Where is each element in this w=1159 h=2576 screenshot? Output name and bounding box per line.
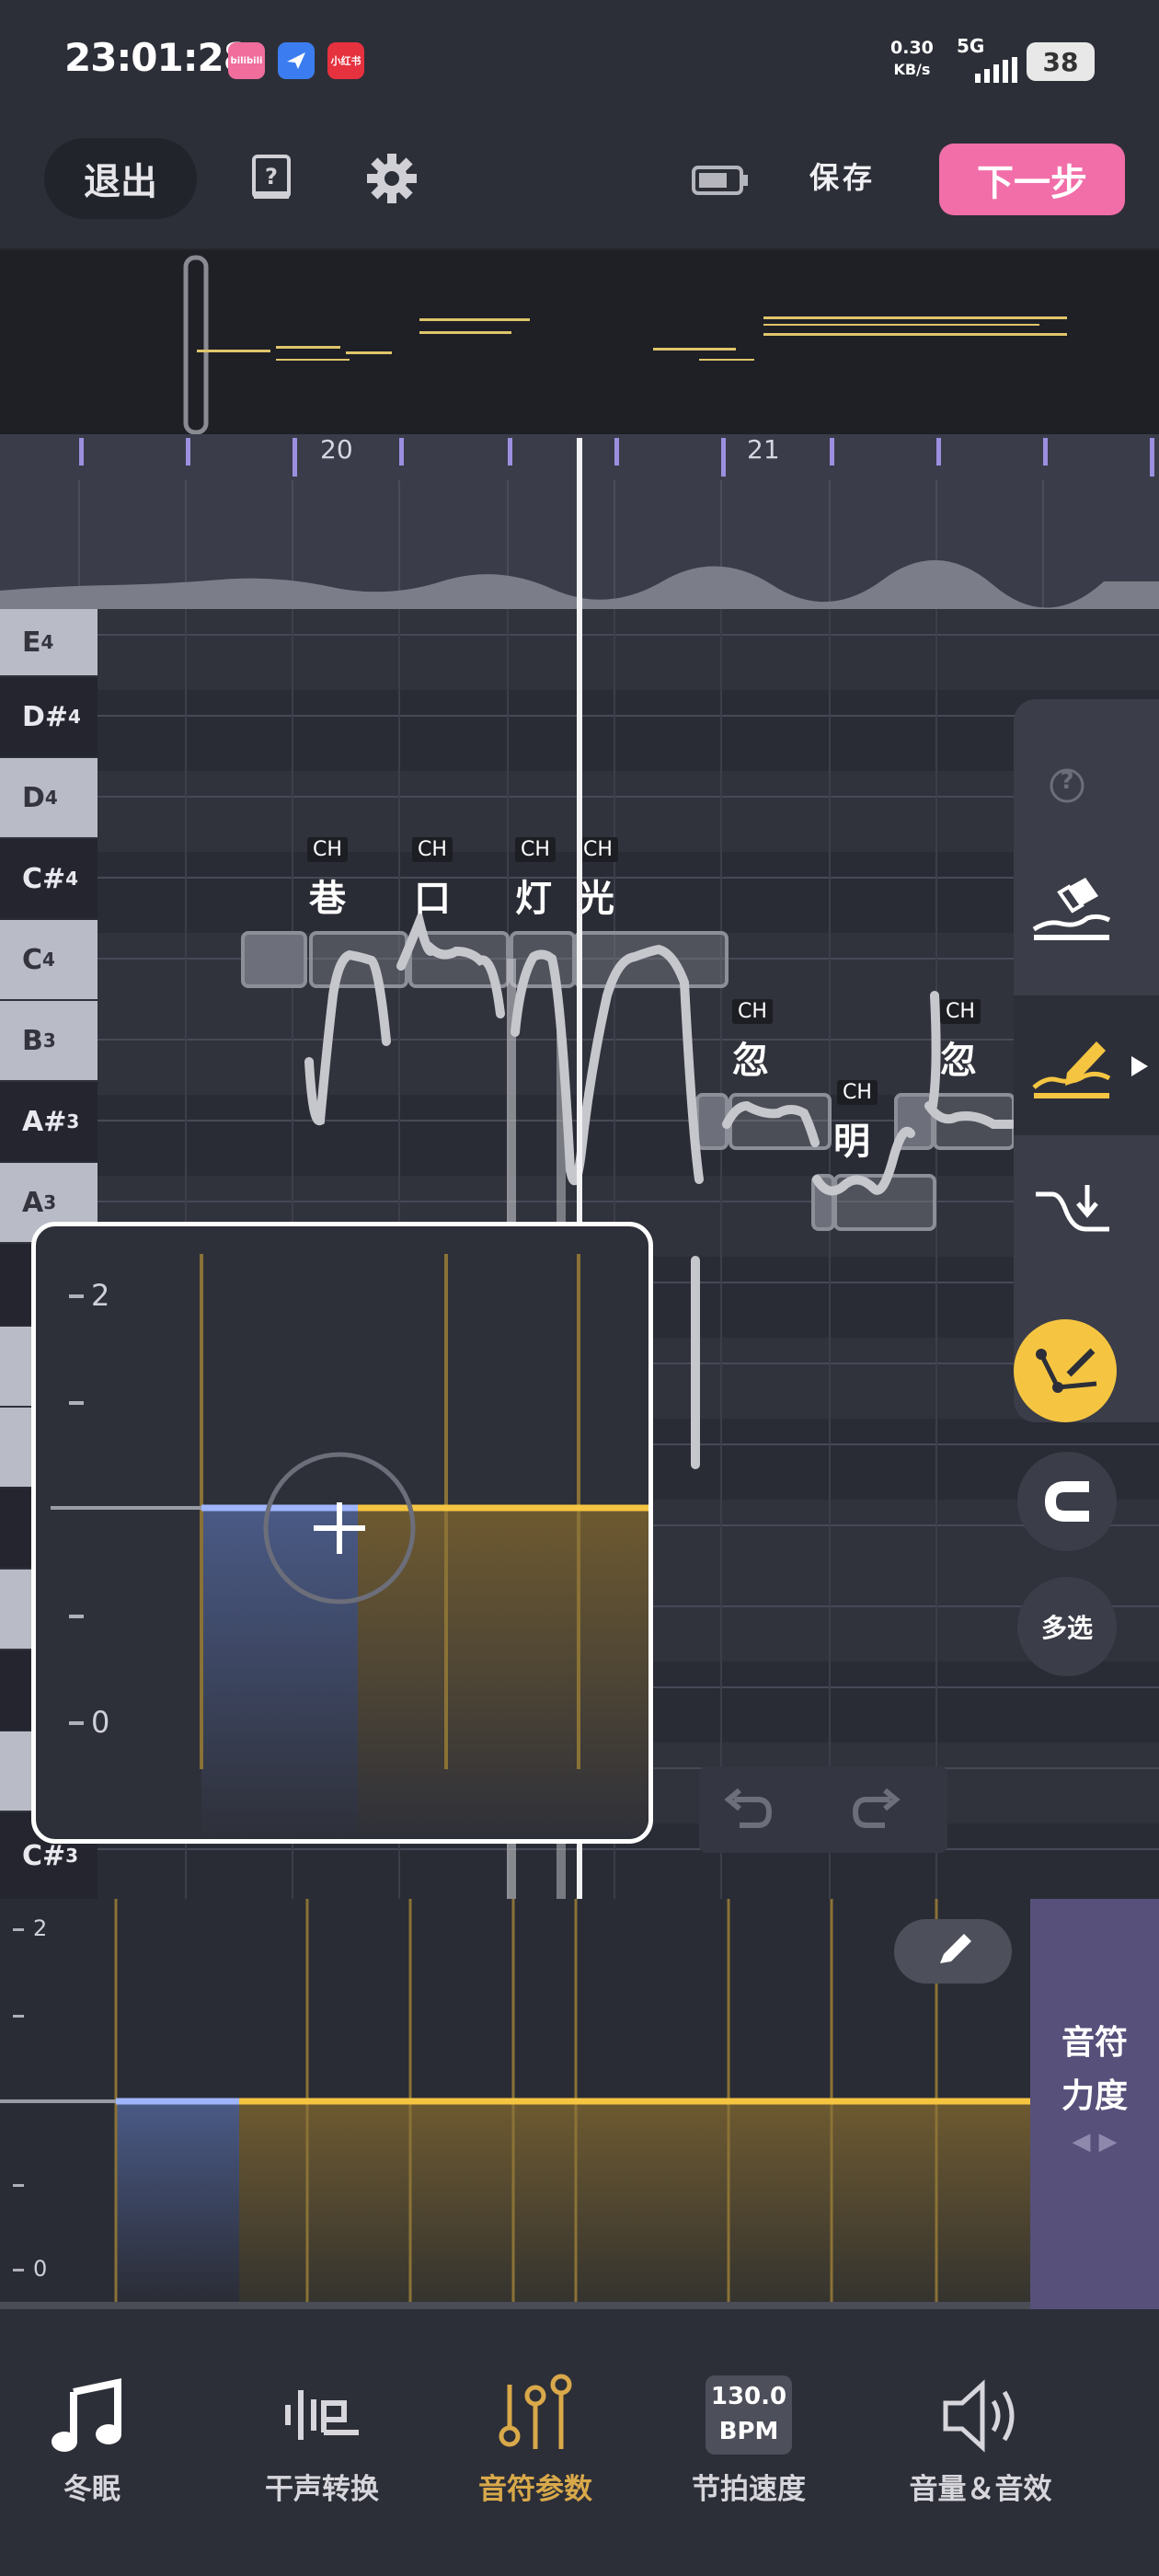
piano-key-c4[interactable]: C4 xyxy=(0,920,98,999)
note-lyric[interactable]: 忽 xyxy=(732,1030,769,1084)
note-lyric[interactable]: 明 xyxy=(833,1111,870,1165)
net-speed: 0.30 KB/s xyxy=(890,38,934,78)
bar-label-21: 21 xyxy=(747,434,780,465)
velocity-zoom-panel[interactable]: 2 0 xyxy=(31,1222,653,1844)
help-book-icon[interactable]: ? xyxy=(250,155,293,202)
bpm-icon: 130.0 BPM xyxy=(706,2375,792,2455)
piano-key-d4[interactable]: D4 xyxy=(0,758,98,837)
draw-velocity-button[interactable] xyxy=(894,1919,1012,1984)
piano-key-a-sharp-3[interactable]: A# 3 xyxy=(0,1082,98,1161)
pitch-smooth-tool-icon[interactable] xyxy=(1030,1178,1113,1251)
next-step-button[interactable]: 下一步 xyxy=(939,144,1125,215)
help-icon[interactable]: ? xyxy=(1056,767,1078,795)
velocity-tab-label: 音符 力度 ◀ ▶ xyxy=(1061,2024,1128,2156)
battery-indicator: 38 xyxy=(1027,42,1095,81)
note-tag: CH xyxy=(307,837,348,862)
pitch-draw-tool-icon[interactable] xyxy=(1030,1030,1113,1104)
bar-label-20: 20 xyxy=(320,434,353,465)
velocity-y-min-label: 0 xyxy=(33,2256,48,2282)
zoom-y-max-label: 2 xyxy=(91,1278,110,1313)
note-tag: CH xyxy=(578,837,618,862)
note-lyric[interactable]: 灯 xyxy=(515,868,552,922)
multi-select-button[interactable]: 多选 xyxy=(1017,1577,1117,1676)
bilibili-app-icon: bilibili xyxy=(228,42,265,79)
redo-icon[interactable] xyxy=(852,1785,907,1836)
zoom-y-min-label: 0 xyxy=(91,1705,110,1740)
note-lyric[interactable]: 光 xyxy=(578,868,614,922)
note-tag: CH xyxy=(412,837,453,862)
magnet-icon xyxy=(1044,1481,1089,1522)
nav-label-note-params: 音符参数 xyxy=(478,2473,592,2506)
nav-label-volume-effects: 音量＆音效 xyxy=(909,2473,1052,2506)
note-lyric[interactable]: 忽 xyxy=(940,1030,977,1084)
undo-icon[interactable] xyxy=(717,1785,773,1836)
status-time: 23:01:28 xyxy=(64,35,250,80)
waveform-icon xyxy=(285,2390,359,2440)
network-type: 5G xyxy=(957,35,985,57)
node-edit-tool-icon[interactable] xyxy=(1014,1317,1124,1428)
note-tag: CH xyxy=(732,999,773,1024)
pencil-icon xyxy=(940,1934,971,1963)
audio-chip-icon[interactable] xyxy=(692,164,749,197)
nav-item-dry-convert[interactable] xyxy=(230,2374,414,2460)
nav-item-tempo[interactable]: 130.0 BPM xyxy=(657,2374,841,2455)
note-tag: CH xyxy=(515,837,556,862)
signal-icon xyxy=(975,57,1017,83)
note-tag: CH xyxy=(940,999,981,1024)
velocity-y-max-label: 2 xyxy=(33,1915,48,1941)
expand-right-arrow-icon[interactable] xyxy=(1128,1052,1152,1080)
note-lyric[interactable]: 巷 xyxy=(309,868,346,922)
nav-label-dry-convert: 干声转换 xyxy=(265,2473,379,2506)
nav-item-song[interactable] xyxy=(0,2374,184,2460)
undo-redo-bar xyxy=(699,1766,947,1853)
save-button[interactable]: 保存 xyxy=(809,155,876,197)
note-tag: CH xyxy=(837,1080,878,1105)
nav-item-note-params[interactable] xyxy=(443,2374,627,2460)
feishu-app-icon xyxy=(278,42,315,79)
note-lyric[interactable]: 口 xyxy=(414,868,451,922)
sliders-icon xyxy=(499,2374,572,2449)
nav-label-song: 冬眠 xyxy=(63,2473,120,2506)
snap-magnet-button[interactable] xyxy=(1017,1452,1117,1551)
speaker-icon xyxy=(943,2379,1015,2453)
nav-item-volume-effects[interactable] xyxy=(889,2374,1073,2460)
eraser-tool-icon[interactable] xyxy=(1030,874,1113,948)
piano-key-c-sharp-4[interactable]: C# 4 xyxy=(0,839,98,918)
piano-key-b3[interactable]: B3 xyxy=(0,1001,98,1080)
tool-panel: ? xyxy=(1014,699,1159,1422)
piano-key-e4[interactable]: E4 xyxy=(0,609,98,675)
svg-text:?: ? xyxy=(265,164,278,190)
settings-gear-icon[interactable] xyxy=(366,153,418,204)
velocity-lane[interactable]: 2 0 xyxy=(0,1899,1030,2309)
xiaohongshu-app-icon: 小红书 xyxy=(327,42,364,79)
music-note-icon xyxy=(52,2378,121,2452)
song-overview[interactable] xyxy=(0,250,1159,434)
nav-label-tempo: 节拍速度 xyxy=(692,2473,806,2506)
exit-button[interactable]: 退出 xyxy=(44,138,197,219)
piano-key-d-sharp-4[interactable]: D# 4 xyxy=(0,677,98,756)
